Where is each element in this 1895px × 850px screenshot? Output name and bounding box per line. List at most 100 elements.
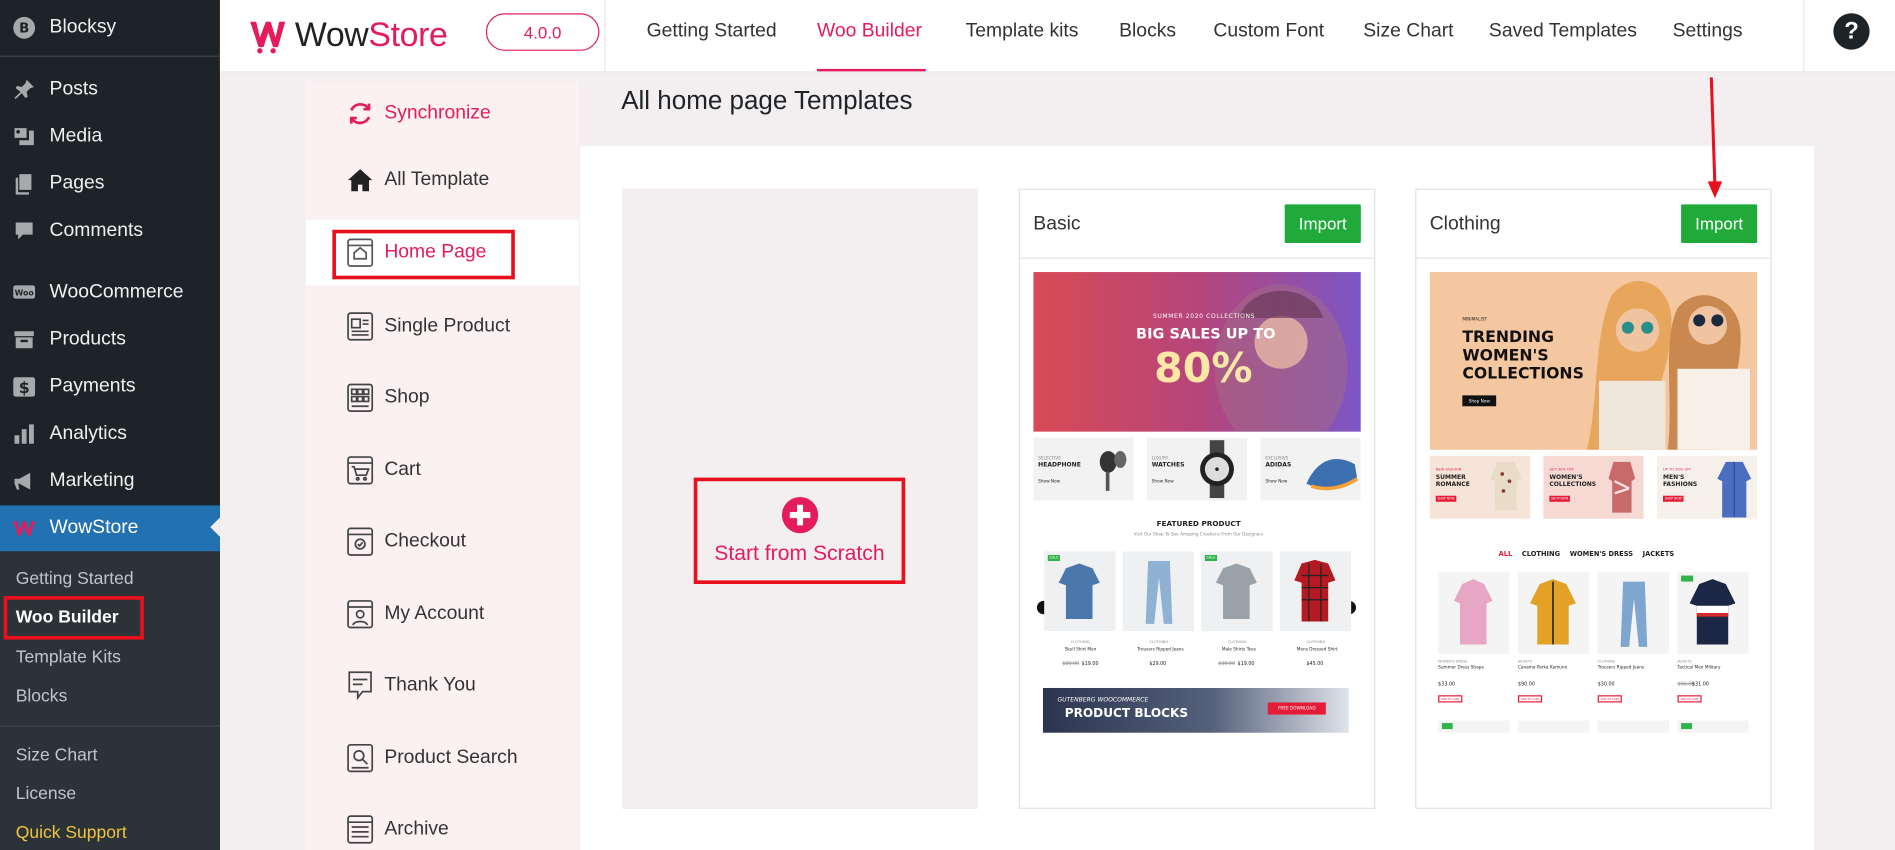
promo-button: SHOP NOW — [1662, 495, 1684, 502]
submenu-blocks[interactable]: Blocks — [16, 687, 68, 706]
promo-kicker: SELECTIVE — [1038, 455, 1061, 461]
submenu-template-kits[interactable]: Template Kits — [16, 648, 121, 667]
tpl-archive[interactable]: Archive — [306, 797, 579, 850]
nav-woo-builder[interactable]: Woo Builder — [817, 21, 922, 43]
submenu-getting-started[interactable]: Getting Started — [16, 569, 134, 588]
menu-pages[interactable]: Pages — [0, 162, 220, 206]
product-name: Summer Dress Shape — [1438, 665, 1484, 670]
tpl-cart[interactable]: Cart — [306, 438, 579, 503]
preview-section-subtitle: Visit Our Shop To See Amazing Creations … — [1133, 532, 1264, 537]
submenu-size-chart[interactable]: Size Chart — [16, 746, 98, 765]
menu-marketing[interactable]: Marketing — [0, 459, 220, 503]
nav-saved-templates[interactable]: Saved Templates — [1489, 21, 1637, 43]
product-search-icon — [347, 743, 374, 773]
preview-product-image: SALE — [1201, 551, 1273, 632]
preview-promo: NEW FASHION SUMMER ROMANCE SHOP NOW — [1429, 455, 1531, 519]
promo-kicker: NEW FASHION — [1435, 466, 1462, 472]
tpl-single-product-label: Single Product — [384, 315, 511, 337]
menu-wowstore[interactable]: WowStore — [0, 505, 220, 552]
preview-product-image — [1122, 551, 1195, 632]
tpl-all-template[interactable]: All Template — [306, 148, 579, 213]
tpl-my-account[interactable]: My Account — [306, 582, 579, 647]
promo-kicker: LUXURY — [1151, 455, 1169, 461]
annotation-home-page-highlight — [332, 229, 515, 280]
nav-blocks[interactable]: Blocks — [1119, 21, 1176, 43]
tpl-product-search[interactable]: Product Search — [306, 725, 579, 790]
media-icon — [11, 123, 38, 150]
menu-analytics[interactable]: Analytics — [0, 412, 220, 456]
import-button[interactable]: Import — [1284, 204, 1361, 244]
preview-banner-kicker: SUMMER 2020 COLLECTIONS — [1152, 313, 1256, 321]
product-category: CLOTHING — [1227, 639, 1247, 645]
annotation-arrow-icon — [1707, 77, 1723, 199]
preview-product-tabs: ALL CLOTHING WOMEN'S DRESS JACKETS — [1499, 551, 1675, 558]
promo-line: FASHIONS — [1662, 481, 1698, 489]
menu-woocommerce[interactable]: Woo WooCommerce — [0, 271, 220, 315]
add-to-cart-button: ADD TO CART — [1517, 695, 1543, 703]
template-preview-clothing[interactable]: MINIMALIST TRENDING WOMEN'S COLLECTIONS … — [1429, 272, 1758, 744]
promo-line: MEN'S — [1662, 473, 1685, 482]
preview-promo: GET 30% OFF WOMEN'S COLLECTIONS SHOP NOW — [1543, 455, 1644, 519]
product-category: CLOTHING — [1070, 639, 1090, 645]
submenu-license[interactable]: License — [16, 785, 76, 804]
import-button[interactable]: Import — [1681, 204, 1758, 244]
product-old-price: $29.00 — [1062, 660, 1080, 667]
nav-settings[interactable]: Settings — [1673, 21, 1743, 43]
template-card-clothing: Clothing Import MINIMALIST TRENDING WOME… — [1415, 188, 1772, 809]
product-category: CLOTHING — [1306, 639, 1326, 645]
preview-promo: UP TO 30% OFF MEN'S FASHIONS SHOP NOW — [1656, 455, 1758, 519]
comment-icon — [11, 218, 38, 245]
menu-wowstore-label: WowStore — [49, 517, 139, 539]
sync-icon — [347, 99, 374, 128]
tpl-thank-you[interactable]: Thank You — [306, 653, 579, 718]
blocksy-icon: B — [11, 15, 38, 42]
promo-kicker: EXCLUSIVE — [1265, 455, 1289, 461]
single-product-icon — [347, 312, 374, 341]
version-badge: 4.0.0 — [485, 13, 600, 51]
menu-comments-label: Comments — [49, 220, 144, 241]
site-name: Blocksy — [49, 16, 117, 38]
promo-name: WATCHES — [1151, 461, 1185, 470]
tpl-shop[interactable]: Shop — [306, 365, 579, 430]
preview-footer-banner: GUTENBERG WOOCOMMERCE PRODUCT BLOCKS FRE… — [1042, 687, 1349, 733]
page-title: All home page Templates — [621, 85, 913, 115]
nav-custom-font[interactable]: Custom Font — [1213, 21, 1324, 43]
menu-media[interactable]: Media — [0, 115, 220, 159]
wowstore-logo-icon — [250, 21, 286, 54]
template-category-sidebar: Synchronize All Template Home Page Singl… — [305, 81, 579, 850]
site-name-link[interactable]: B Blocksy — [0, 6, 220, 50]
submenu-quick-support[interactable]: Quick Support — [16, 823, 127, 842]
menu-products[interactable]: Products — [0, 318, 220, 362]
megaphone-icon — [11, 468, 38, 495]
promo-name: ADIDAS — [1265, 461, 1292, 470]
promo-kicker: GET 30% OFF — [1549, 466, 1575, 472]
menu-payments[interactable]: $ Payments — [0, 365, 220, 409]
menu-comments[interactable]: Comments — [0, 209, 220, 253]
template-preview-basic[interactable]: SUMMER 2020 COLLECTIONS BIG SALES UP TO … — [1033, 272, 1361, 744]
pin-icon — [11, 76, 38, 103]
tpl-checkout[interactable]: Checkout — [306, 509, 579, 574]
promo-link: Show Now — [1265, 478, 1288, 484]
tpl-cart-label: Cart — [384, 459, 421, 481]
preview-product-image: SALE — [1044, 551, 1116, 632]
wowstore-logo: WowStore — [247, 15, 448, 56]
preview-banner-line: WOMEN'S — [1462, 347, 1549, 366]
product-name: Skull Shirt Men — [1064, 646, 1097, 652]
preview-tab: JACKETS — [1642, 551, 1675, 559]
logo-text-store: Store — [368, 15, 448, 54]
product-name: Canama Parka Kamuno — [1517, 665, 1568, 670]
sync-button[interactable]: Synchronize — [306, 81, 579, 146]
product-price: $29.00 — [1149, 660, 1167, 667]
nav-template-kits[interactable]: Template kits — [966, 21, 1079, 43]
shop-grid-icon — [347, 383, 374, 412]
wp-admin-sidebar: B Blocksy Posts Media Pages Comments Woo… — [0, 0, 220, 850]
start-from-scratch-button[interactable]: Start from Scratch — [693, 477, 906, 584]
nav-getting-started[interactable]: Getting Started — [647, 21, 777, 43]
template-title: Basic — [1033, 214, 1081, 235]
help-icon[interactable]: ? — [1833, 13, 1870, 50]
menu-posts[interactable]: Posts — [0, 68, 220, 112]
start-from-scratch-label: Start from Scratch — [714, 539, 885, 565]
nav-size-chart[interactable]: Size Chart — [1363, 21, 1453, 43]
tpl-single-product[interactable]: Single Product — [306, 294, 579, 359]
tpl-all-template-label: All Template — [384, 169, 490, 190]
